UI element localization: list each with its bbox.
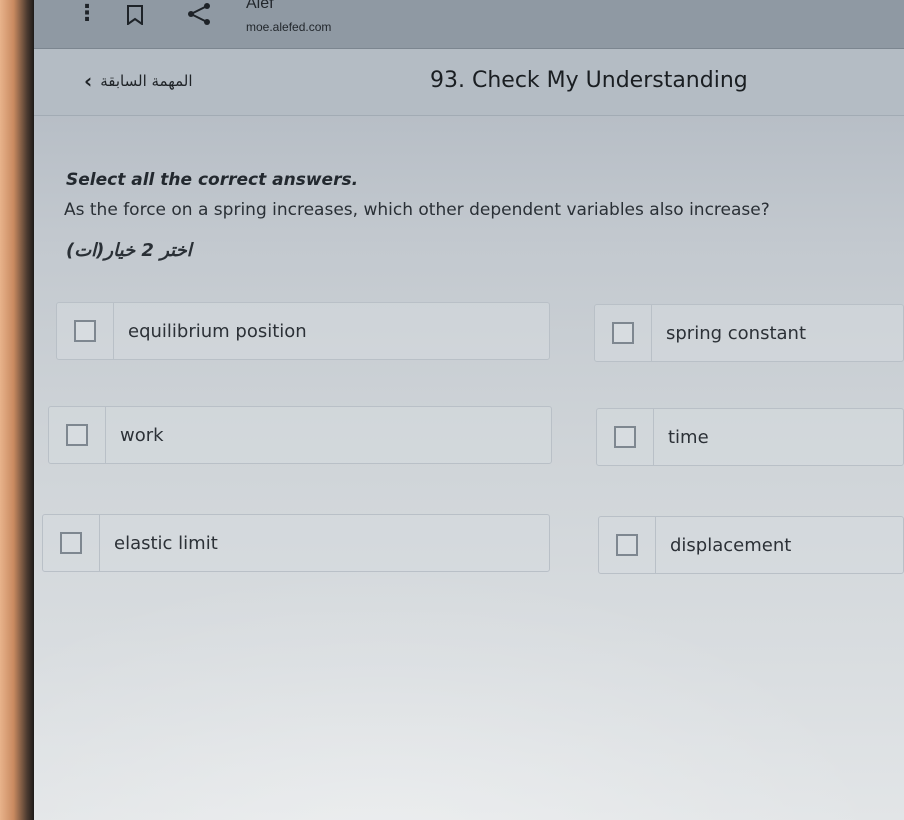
chevron-left-icon: ‹ [84, 69, 93, 93]
browser-bar: ⋮ Alef moe.alefed.com [34, 0, 904, 49]
answer-option[interactable]: displacement [598, 516, 904, 574]
page-title: 93. Check My Understanding [430, 68, 748, 93]
answer-option-label: work [120, 424, 164, 446]
question-prompt: As the force on a spring increases, whic… [64, 200, 770, 220]
checkbox-cell[interactable] [43, 515, 100, 571]
kebab-menu-icon[interactable]: ⋮ [76, 3, 98, 25]
answer-checkbox[interactable] [614, 426, 636, 448]
answer-option[interactable]: work [48, 406, 552, 464]
previous-task-link[interactable]: ‹ المهمة السابقة [84, 69, 193, 93]
checkbox-cell[interactable] [599, 517, 656, 573]
checkbox-cell[interactable] [597, 409, 654, 465]
site-name: Alef [246, 0, 274, 12]
answer-option-label: time [668, 426, 709, 448]
answer-option-label: elastic limit [114, 532, 218, 554]
answer-checkbox[interactable] [612, 322, 634, 344]
answer-checkbox[interactable] [616, 534, 638, 556]
answer-checkbox[interactable] [66, 424, 88, 446]
answer-option-label: spring constant [666, 322, 807, 344]
share-icon[interactable] [186, 2, 212, 29]
screen: ⋮ Alef moe.alefed.com ‹ المهمة السابقة 9… [34, 0, 904, 820]
bookmark-icon[interactable] [126, 5, 144, 28]
device-bezel [0, 0, 34, 820]
lesson-header: ‹ المهمة السابقة 93. Check My Understand… [34, 49, 904, 116]
checkbox-cell[interactable] [57, 303, 114, 359]
answer-option-label: equilibrium position [128, 320, 307, 342]
answer-option[interactable]: time [596, 408, 904, 466]
screen-glare [34, 560, 904, 820]
checkbox-cell[interactable] [49, 407, 106, 463]
answer-checkbox[interactable] [60, 532, 82, 554]
selection-hint: اختر 2 خيار(ات) [66, 240, 192, 261]
answer-option[interactable]: equilibrium position [56, 302, 550, 360]
answer-option[interactable]: elastic limit [42, 514, 550, 572]
site-url[interactable]: moe.alefed.com [246, 20, 331, 34]
answer-option[interactable]: spring constant [594, 304, 904, 362]
answer-checkbox[interactable] [74, 320, 96, 342]
question-instruction: Select all the correct answers. [66, 170, 359, 190]
checkbox-cell[interactable] [595, 305, 652, 361]
previous-task-label: المهمة السابقة [100, 72, 193, 90]
answer-option-label: displacement [670, 534, 792, 556]
